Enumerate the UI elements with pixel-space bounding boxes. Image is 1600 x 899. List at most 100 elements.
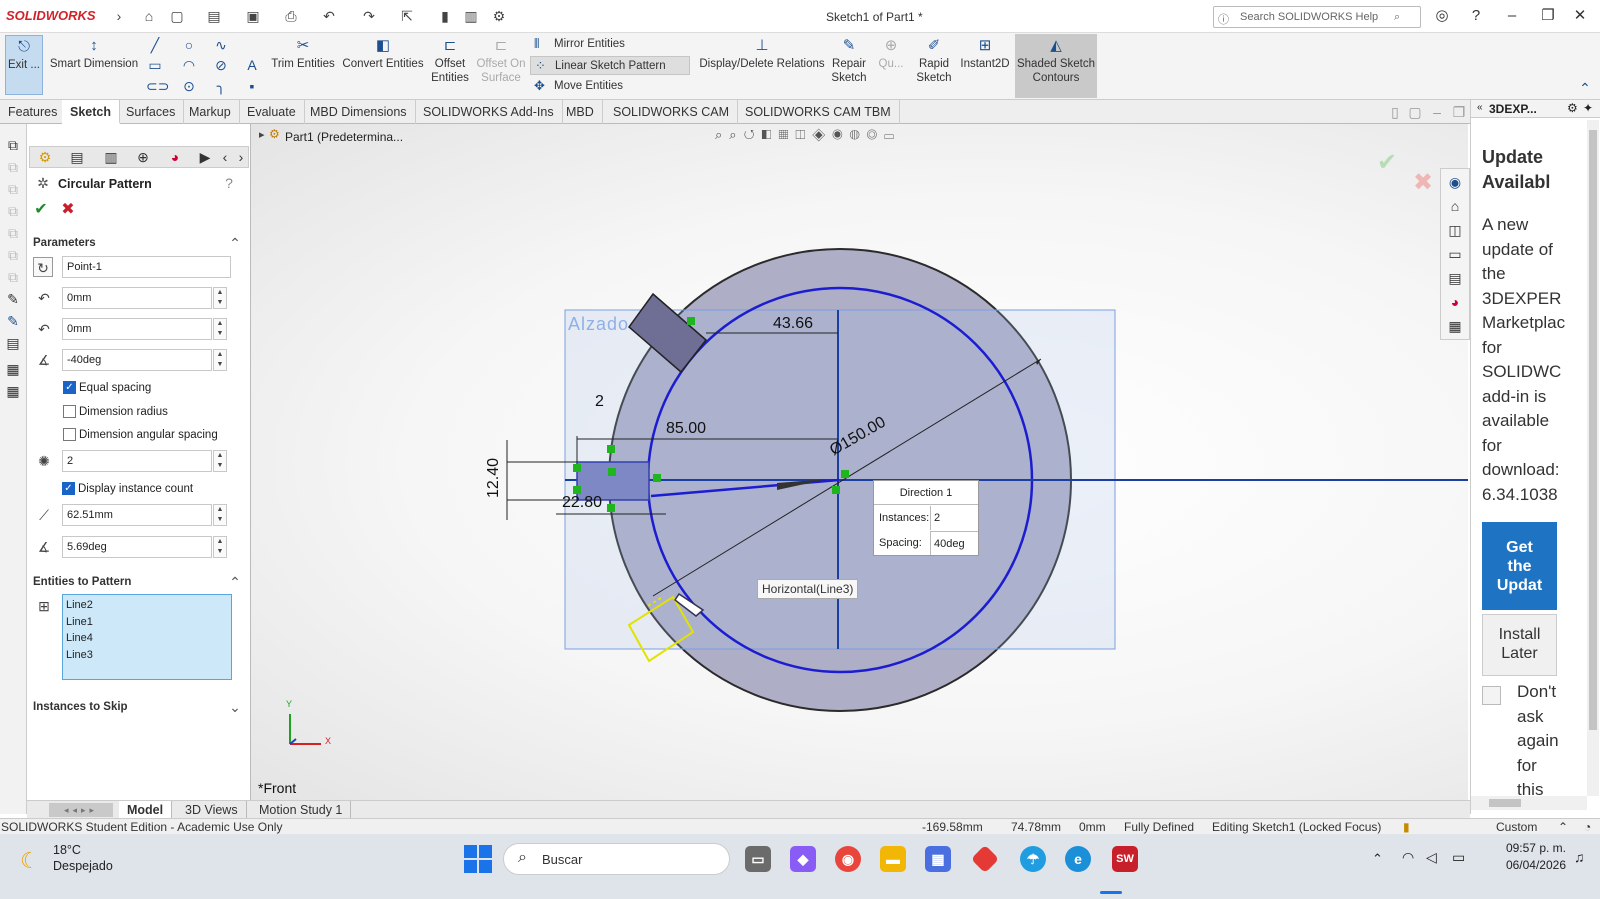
equal-spacing-checkbox[interactable]: ✓ Equal spacing — [63, 381, 151, 395]
list-item[interactable]: Line1 — [63, 614, 231, 631]
horizontal-scrollbar[interactable] — [1471, 796, 1587, 810]
file-explorer-icon[interactable]: ▬ — [880, 846, 906, 872]
instances-field[interactable]: 2 — [62, 450, 212, 472]
table-icon[interactable]: ▦ — [4, 382, 22, 400]
graphics-area[interactable]: ▸ ⚙ Part1 (Predetermina... ⌕⌕↺◧▦◫◈◉◍◎▭ ✔… — [251, 124, 1468, 800]
rapid-sketch-button[interactable]: ✐ Rapid Sketch — [912, 38, 956, 85]
collapse-chevron-icon[interactable]: ⌃ — [225, 572, 245, 592]
wifi-icon[interactable]: ◠ — [1402, 849, 1414, 866]
open-icon[interactable]: ▤ — [205, 8, 223, 24]
relation-marker[interactable] — [687, 317, 695, 325]
search-icon[interactable]: ⌕ — [1394, 11, 1400, 24]
tab-surfaces[interactable]: Surfaces — [118, 100, 185, 124]
save-icon[interactable]: ▣ — [244, 8, 262, 24]
tab-model[interactable]: Model — [119, 801, 173, 819]
convert-entities-button[interactable]: ◧ Convert Entities — [340, 38, 426, 71]
weather-description[interactable]: Despejado — [53, 859, 113, 873]
radius-spinner[interactable]: ▲ ▼ — [213, 504, 227, 526]
install-later-button[interactable]: Install Later — [1482, 614, 1557, 676]
rebuild-indicator-icon[interactable]: ▮ — [1403, 820, 1410, 834]
angle-field[interactable]: -40deg — [62, 349, 212, 371]
window-icon[interactable]: ▢ — [1406, 103, 1424, 121]
help-search-input[interactable]: ⓘ Search SOLIDWORKS Help ⌕ — [1213, 6, 1421, 28]
line-icon[interactable]: ╱ — [146, 36, 164, 54]
exit-sketch-button[interactable]: ⎋ Exit ... — [5, 35, 43, 95]
center-point-field[interactable]: Point-1 — [62, 256, 231, 278]
dimension-43-66[interactable]: 43.66 — [773, 315, 813, 333]
status-options-icon[interactable]: ◔ — [1584, 820, 1591, 834]
display-instance-count-checkbox[interactable]: ✓ Display instance count — [62, 482, 193, 496]
clock-time[interactable]: 09:57 p. m. — [1494, 841, 1566, 855]
property-manager-icon[interactable]: ▤ — [68, 148, 86, 166]
feature-manager-icon[interactable]: ⚙ — [36, 148, 54, 166]
tile-icon[interactable]: ▯ — [1386, 103, 1404, 121]
polygon-icon[interactable]: ⊙ — [180, 77, 198, 95]
chevron-right-icon[interactable]: › — [232, 148, 250, 166]
list-item[interactable]: Line2 — [63, 597, 231, 614]
pin-icon[interactable]: ✦ — [1583, 101, 1593, 115]
gear-icon[interactable]: ⚙ — [1567, 101, 1578, 115]
callout-instances-field[interactable]: 2 — [930, 506, 978, 530]
circle-icon[interactable]: ○ — [180, 36, 198, 54]
dimension-22-80[interactable]: 22.80 — [562, 494, 602, 512]
close-button[interactable]: ✕ — [1566, 6, 1594, 26]
tab-solidworks-add-ins[interactable]: SOLIDWORKS Add-Ins — [415, 100, 563, 124]
start-button[interactable] — [464, 845, 492, 873]
arc-icon[interactable]: ◠ — [180, 56, 198, 74]
copilot-icon[interactable]: ◆ — [790, 846, 816, 872]
slot-icon[interactable]: ⊂⊃ — [146, 77, 169, 95]
rectangle-icon[interactable]: ▭ — [146, 56, 164, 74]
appearances-icon[interactable]: ◕ — [1446, 293, 1464, 311]
sketch-tools-icon[interactable]: ✎ — [4, 290, 22, 308]
home-icon[interactable]: ⌂ — [1446, 197, 1464, 215]
copy-icon[interactable]: ⧉ — [4, 136, 22, 154]
tab-features[interactable]: Features — [0, 100, 67, 124]
display-manager-icon[interactable]: ◕ — [166, 148, 184, 166]
entities-to-pattern-header[interactable]: Entities to Pattern — [33, 576, 131, 588]
undo-icon[interactable]: ↶ — [320, 8, 338, 24]
relation-marker[interactable] — [573, 464, 581, 472]
dimension-12-40[interactable]: 12.40 — [485, 458, 503, 498]
tab-markup[interactable]: Markup — [181, 100, 240, 124]
restore-button[interactable]: ❐ — [1534, 6, 1562, 26]
account-icon[interactable]: ◎ — [1428, 6, 1456, 26]
dimension-2[interactable]: 2 — [595, 393, 604, 411]
mirror-entities-button[interactable]: ⫴ Mirror Entities — [530, 35, 690, 54]
offset-entities-button[interactable]: ⊏ Offset Entities — [428, 38, 472, 85]
instant2d-button[interactable]: ⊞ Instant2D — [958, 38, 1012, 71]
custom-properties-icon[interactable]: ▦ — [1446, 317, 1464, 335]
tab-solidworks-cam-tbm[interactable]: SOLIDWORKS CAM TBM — [737, 100, 900, 124]
edit-sketch-icon[interactable]: ✎ — [4, 312, 22, 330]
repair-sketch-button[interactable]: ✎ Repair Sketch — [826, 38, 872, 85]
units-dropdown-icon[interactable]: ⌃ — [1558, 820, 1568, 834]
tab-mbd[interactable]: MBD — [558, 100, 603, 124]
relation-marker[interactable] — [607, 445, 615, 453]
y-coordinate-field[interactable]: 0mm — [62, 318, 212, 340]
tab-sketch[interactable]: Sketch — [62, 100, 120, 124]
help-question-icon[interactable]: ? — [1462, 6, 1490, 26]
trim-entities-button[interactable]: ✂ Trim Entities — [268, 38, 338, 71]
layer-icon[interactable]: ⧉ — [4, 180, 22, 198]
cam-manager-icon[interactable]: ▶ — [196, 148, 214, 166]
new-document-icon[interactable]: ▢ — [168, 8, 186, 24]
smart-dimension-button[interactable]: ↕ Smart Dimension — [48, 38, 140, 71]
collapse-ribbon-icon[interactable]: ⌃ — [1576, 79, 1594, 97]
grid-icon[interactable]: ▦ — [4, 360, 22, 378]
quick-snaps-button[interactable]: ⊕ Qu... — [874, 38, 908, 71]
tab-solidworks-cam[interactable]: SOLIDWORKS CAM — [605, 100, 738, 124]
rebuild-icon[interactable]: ▮ — [436, 8, 454, 24]
dimxpert-icon[interactable]: ⊕ — [134, 148, 152, 166]
relation-marker[interactable] — [608, 468, 616, 476]
redo-icon[interactable]: ↷ — [360, 8, 378, 24]
tab-mbd-dimensions[interactable]: MBD Dimensions — [302, 100, 416, 124]
move-entities-button[interactable]: ✥ Move Entities — [530, 77, 690, 96]
properties-icon[interactable]: ⧉ — [4, 202, 22, 220]
cancel-x-icon[interactable]: ✖ — [58, 200, 78, 220]
vertical-scrollbar[interactable] — [1587, 120, 1599, 796]
relation-marker[interactable] — [841, 470, 849, 478]
solidworks-taskbar-icon[interactable]: SW — [1112, 846, 1138, 872]
doc-minimize-icon[interactable]: – — [1428, 103, 1446, 121]
ok-check-icon[interactable]: ✔ — [31, 200, 51, 220]
tab-3d-views[interactable]: 3D Views — [177, 801, 247, 819]
weather-app-icon[interactable]: ☂ — [1020, 846, 1046, 872]
